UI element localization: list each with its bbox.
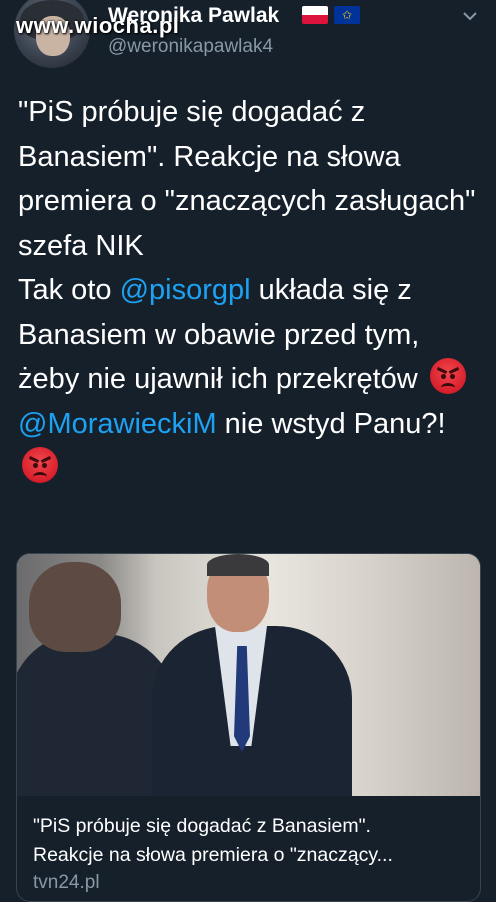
angry-face-icon bbox=[22, 447, 58, 483]
card-title-line-2: Reakcje na słowa premiera o "znaczący... bbox=[33, 844, 393, 866]
poland-flag-icon bbox=[302, 6, 328, 24]
card-domain: tvn24.pl bbox=[33, 872, 100, 893]
card-title: "PiS próbuje się dogadać z Banasiem". Re… bbox=[33, 812, 473, 870]
card-title-line-1: "PiS próbuje się dogadać z Banasiem". bbox=[33, 815, 371, 837]
mention-pisorgpl[interactable]: @pisorgpl bbox=[120, 274, 251, 306]
mention-morawieckim[interactable]: @MorawieckiM bbox=[18, 408, 217, 440]
display-name[interactable]: Weronika Pawlak bbox=[108, 4, 279, 28]
link-preview-card[interactable]: "PiS próbuje się dogadać z Banasiem". Re… bbox=[16, 553, 481, 902]
angry-face-icon bbox=[429, 358, 466, 394]
tweet-text-end: nie wstyd Panu?! bbox=[216, 407, 454, 440]
eu-flag-icon: ✩ bbox=[334, 6, 360, 24]
tweet-header: www.wiocha.pl Weronika Pawlak ✩ @weronik… bbox=[0, 0, 496, 80]
user-handle[interactable]: @weronikapawlak4 bbox=[108, 36, 273, 58]
tweet-text: "PiS próbuje się dogadać z Banasiem". Re… bbox=[18, 90, 488, 491]
chevron-down-icon[interactable] bbox=[462, 8, 478, 24]
card-image bbox=[17, 554, 480, 796]
